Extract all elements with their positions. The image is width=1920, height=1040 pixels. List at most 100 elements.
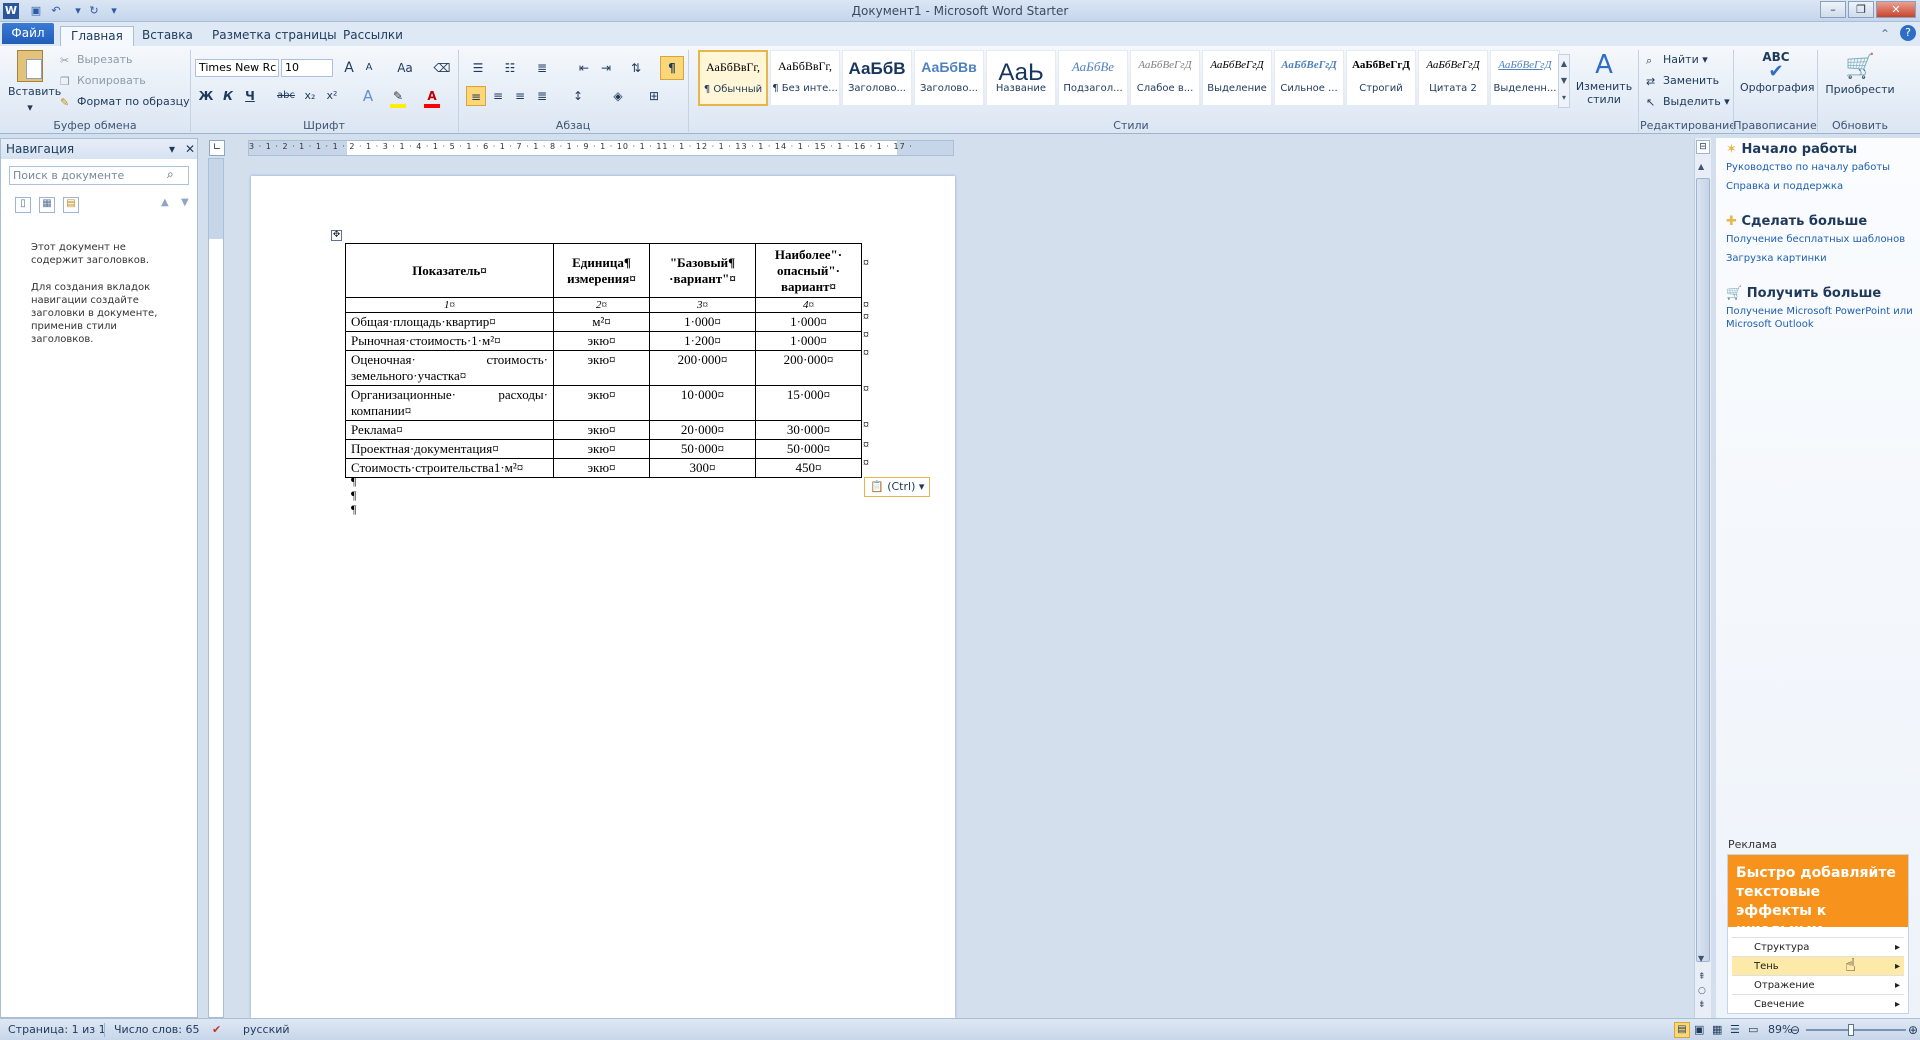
draft-icon[interactable]: ▭ [1748, 1019, 1758, 1040]
status-language[interactable]: русский [243, 1019, 290, 1040]
font-size-combo[interactable]: 10 [281, 59, 333, 77]
vertical-ruler[interactable] [208, 158, 224, 1018]
style-tile[interactable]: АаБбВв Заголово... [914, 50, 984, 106]
line-spacing-icon[interactable]: ↕ [568, 86, 588, 106]
table-cell[interactable]: 1·000¤ [755, 312, 862, 332]
table-cell[interactable]: экю¤ [553, 350, 650, 386]
table-cell[interactable]: экю¤ [553, 458, 650, 478]
document-table[interactable]: Показатель¤ Единица¶ измерения¤ "Базовый… [345, 243, 862, 478]
font-family-combo[interactable]: Times New Rc [195, 59, 279, 77]
table-cell[interactable]: 2¤ [553, 297, 650, 313]
clear-formatting-icon[interactable]: ⌫ [432, 58, 452, 78]
numbering-icon[interactable]: ☷ [500, 58, 520, 78]
shading-icon[interactable]: ◈ [608, 86, 628, 106]
style-tile[interactable]: АаБбВвГг, ¶ Обычный [698, 50, 768, 106]
tab-page-layout[interactable]: Разметка страницы [202, 26, 347, 46]
status-word-count[interactable]: Число слов: 65 [114, 1019, 200, 1040]
change-styles-button[interactable]: A Изменить стили [1574, 50, 1634, 106]
help-icon[interactable]: ? [1900, 25, 1916, 41]
style-tile[interactable]: АаБбВвГг, ¶ Без инте... [770, 50, 840, 106]
table-cell[interactable]: 450¤ [755, 458, 862, 478]
strikethrough-button[interactable]: abc [276, 86, 296, 106]
justify-icon[interactable]: ≣ [532, 86, 552, 106]
table-cell[interactable]: м²¤ [553, 312, 650, 332]
select-button[interactable]: ↖ Выделить ▾ [1646, 94, 1730, 110]
link-get-powerpoint-outlook[interactable]: Получение Microsoft PowerPoint или Micro… [1726, 305, 1916, 331]
search-icon[interactable]: ⌕ [167, 167, 174, 182]
table-cell[interactable]: экю¤ [553, 420, 650, 440]
tab-selector-icon[interactable]: ∟ [209, 140, 225, 156]
borders-icon[interactable]: ⊞ [644, 86, 664, 106]
superscript-button[interactable]: x² [322, 86, 342, 106]
link-getting-started-guide[interactable]: Руководство по началу работы [1726, 161, 1890, 174]
table-cell[interactable]: 3¤ [649, 297, 756, 313]
align-center-icon[interactable]: ≡ [488, 86, 508, 106]
table-cell[interactable]: Рыночная·стоимость·1·м²¤ [345, 331, 554, 351]
ruler-toggle-icon[interactable]: ⊟ [1696, 140, 1710, 154]
browse-results-icon[interactable]: ▤ [63, 197, 79, 213]
table-cell[interactable]: Стоимость·строительства1·м²¤ [345, 458, 554, 478]
link-download-clipart[interactable]: Загрузка картинки [1726, 252, 1905, 265]
close-icon[interactable]: ✕ [185, 139, 195, 159]
change-case-button[interactable]: Aa [393, 58, 417, 78]
full-screen-icon[interactable]: ▣ [1694, 1019, 1704, 1040]
style-tile[interactable]: АаЬ Название [986, 50, 1056, 106]
style-tile[interactable]: АаБбВе Подзагол... [1058, 50, 1128, 106]
next-page-icon[interactable]: ⇟ [1698, 1000, 1706, 1010]
table-cell[interactable]: 30·000¤ [755, 420, 862, 440]
table-cell[interactable]: 1·000¤ [755, 331, 862, 351]
replace-button[interactable]: ⇄ Заменить [1646, 73, 1719, 89]
tab-mailings[interactable]: Рассылки [333, 26, 413, 46]
style-tile[interactable]: АаБбВ Заголово... [842, 50, 912, 106]
tab-file[interactable]: Файл [2, 23, 54, 44]
paste-button[interactable]: Вставить ▾ [8, 50, 61, 116]
grow-font-button[interactable]: A [339, 58, 359, 78]
zoom-out-icon[interactable]: ⊖ [1790, 1019, 1800, 1040]
tab-insert[interactable]: Вставка [132, 26, 203, 46]
table-cell[interactable]: Проектная·документация¤ [345, 439, 554, 459]
italic-button[interactable]: К [218, 86, 238, 106]
table-cell[interactable]: Организационные· расходы· компании¤ [345, 385, 554, 421]
table-cell[interactable]: Общая·площадь·квартир¤ [345, 312, 554, 332]
scroll-up-icon[interactable]: ▲ [1698, 162, 1704, 171]
nav-search-input[interactable]: Поиск в документе [9, 166, 189, 185]
table-header-cell[interactable]: "Базовый¶ ·вариант"¤ [649, 243, 756, 298]
spelling-button[interactable]: ABC ✔ Орфография [1740, 50, 1814, 96]
table-cell[interactable]: Оценочная· стоимость· земельного·участка… [345, 350, 554, 386]
table-cell[interactable]: 200·000¤ [649, 350, 756, 386]
scroll-thumb[interactable] [1696, 178, 1710, 962]
previous-icon[interactable]: ▲ [161, 197, 169, 208]
zoom-in-icon[interactable]: ⊕ [1908, 1019, 1918, 1040]
sort-icon[interactable]: ⇅ [626, 58, 646, 78]
advertisement[interactable]: Быстро добавляйте текстовые эффекты к шк… [1727, 854, 1909, 1014]
bullets-icon[interactable]: ☰ [468, 58, 488, 78]
table-move-handle-icon[interactable]: ✥ [331, 230, 342, 241]
copy-button[interactable]: ❐ Копировать [60, 73, 146, 89]
highlight-icon[interactable]: ✎ [388, 86, 408, 106]
link-free-templates[interactable]: Получение бесплатных шаблонов [1726, 233, 1905, 246]
align-right-icon[interactable]: ≡ [510, 86, 530, 106]
style-tile[interactable]: АаБбВеГгД Выделенн... [1490, 50, 1560, 106]
select-browse-object-icon[interactable]: ○ [1698, 986, 1706, 996]
table-cell[interactable]: экю¤ [553, 439, 650, 459]
web-layout-icon[interactable]: ▦ [1712, 1019, 1722, 1040]
show-formatting-marks-button[interactable]: ¶ [660, 56, 684, 80]
status-page[interactable]: Страница: 1 из 1 [8, 1019, 106, 1040]
increase-indent-icon[interactable]: ⇥ [596, 58, 616, 78]
maximize-button[interactable]: ❐ [1848, 1, 1874, 18]
multilevel-list-icon[interactable]: ≣ [532, 58, 552, 78]
horizontal-ruler[interactable]: 3 · 1 · 2 · 1 · 1 · 1 · 2 · 1 · 3 · 1 · … [248, 140, 954, 156]
table-cell[interactable]: 200·000¤ [755, 350, 862, 386]
zoom-level[interactable]: 89% [1768, 1019, 1792, 1040]
bold-button[interactable]: Ж [196, 86, 216, 106]
find-button[interactable]: ⌕ Найти ▾ [1646, 52, 1708, 68]
cut-button[interactable]: ✂ Вырезать [60, 52, 132, 68]
minimize-ribbon-icon[interactable]: ⌃ [1880, 27, 1890, 41]
shrink-font-button[interactable]: A [359, 58, 379, 78]
chevron-down-icon[interactable]: ▾ [169, 139, 175, 159]
vertical-scrollbar[interactable]: ⊟ ▲ ▼ ⇞ ○ ⇟ [1694, 138, 1711, 1018]
text-effects-icon[interactable]: A [358, 86, 378, 106]
table-header-cell[interactable]: Единица¶ измерения¤ [553, 243, 650, 298]
next-icon[interactable]: ▼ [181, 197, 189, 208]
table-cell[interactable]: 300¤ [649, 458, 756, 478]
